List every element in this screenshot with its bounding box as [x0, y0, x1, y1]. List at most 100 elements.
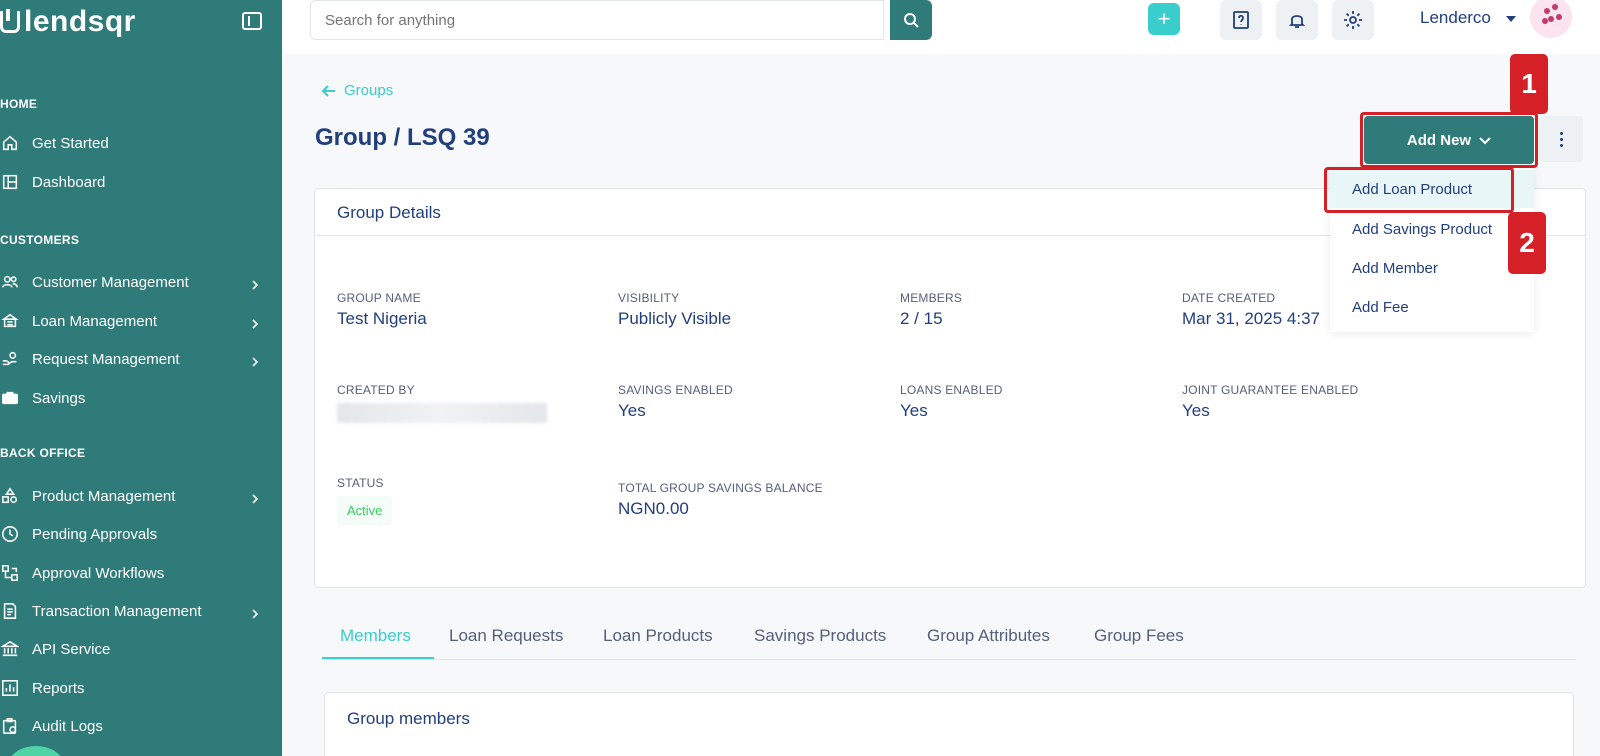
- bank-icon: [0, 639, 20, 659]
- briefcase-icon: [0, 388, 20, 408]
- field-loans-enabled: LOANS ENABLED Yes: [900, 383, 1003, 420]
- tab-group-fees[interactable]: Group Fees: [1094, 626, 1184, 646]
- menu-item-add-savings-product[interactable]: Add Savings Product: [1330, 210, 1534, 248]
- bell-icon: [1288, 15, 1306, 28]
- sidebar-item-approval-workflows[interactable]: Approval Workflows: [0, 558, 282, 588]
- annotation-highlight-add-loan-product: [1324, 167, 1514, 213]
- menu-item-add-member[interactable]: Add Member: [1330, 249, 1534, 287]
- chevron-right-icon: [250, 277, 260, 290]
- section-back-office: BACK OFFICE: [0, 446, 86, 460]
- search-button[interactable]: [890, 0, 932, 40]
- field-members: MEMBERS 2 / 15: [900, 291, 963, 328]
- sidebar-item-savings[interactable]: Savings: [0, 383, 282, 413]
- settings-button[interactable]: [1332, 0, 1374, 40]
- field-date-created: DATE CREATED Mar 31, 2025 4:37: [1182, 291, 1320, 328]
- brand-name: lendsqr: [24, 5, 136, 38]
- users-icon: [0, 272, 20, 292]
- user-name[interactable]: Lenderco: [1420, 8, 1491, 28]
- field-joint-guarantee: JOINT GUARANTEE ENABLED Yes: [1182, 383, 1359, 420]
- sidebar-item-request-management[interactable]: Request Management: [0, 344, 282, 374]
- dashboard-icon: [0, 172, 20, 192]
- docs-button[interactable]: [1220, 0, 1262, 40]
- quick-add-button[interactable]: +: [1148, 3, 1180, 35]
- logo-icon: [0, 9, 20, 33]
- sidebar-item-label: Loan Management: [32, 312, 158, 330]
- request-icon: [0, 349, 20, 369]
- sidebar-item-dashboard[interactable]: Dashboard: [0, 167, 282, 197]
- field-savings-enabled: SAVINGS ENABLED Yes: [618, 383, 733, 420]
- field-visibility: VISIBILITY Publicly Visible: [618, 291, 732, 328]
- annotation-badge-2: 2: [1508, 212, 1546, 274]
- sidebar-item-label: Audit Logs: [32, 717, 103, 735]
- sidebar-item-transaction-management[interactable]: Transaction Management: [0, 596, 282, 626]
- sidebar-item-label: Get Started: [32, 134, 109, 152]
- field-created-by: CREATED BY: [337, 383, 547, 423]
- shapes-icon: [0, 486, 20, 506]
- topbar: + Lenderco: [282, 0, 1600, 54]
- home-icon: [0, 133, 20, 153]
- tab-group-attributes[interactable]: Group Attributes: [927, 626, 1050, 646]
- group-members-card: Group members: [324, 692, 1574, 756]
- page-title: Group / LSQ 39: [315, 124, 490, 151]
- group-tabs: Members Loan Requests Loan Products Savi…: [322, 620, 1576, 660]
- sidebar-item-pending-approvals[interactable]: Pending Approvals: [0, 519, 282, 549]
- caret-down-icon[interactable]: [1506, 16, 1516, 22]
- sidebar-item-label: Pending Approvals: [32, 525, 158, 543]
- sidebar: lendsqr HOME Get Started Dashboard CUSTO…: [0, 0, 282, 756]
- tab-savings-products[interactable]: Savings Products: [754, 626, 886, 646]
- back-link-label: Groups: [344, 82, 394, 99]
- more-dots-icon: [1559, 131, 1563, 135]
- status-badge: Active: [337, 496, 393, 525]
- search-input[interactable]: [310, 0, 884, 40]
- tab-loan-products[interactable]: Loan Products: [603, 626, 713, 646]
- brand-logo[interactable]: lendsqr: [0, 4, 136, 40]
- tab-loan-requests[interactable]: Loan Requests: [449, 626, 563, 646]
- sidebar-item-label: Request Management: [32, 350, 180, 368]
- sidebar-item-get-started[interactable]: Get Started: [0, 128, 282, 158]
- notifications-button[interactable]: [1276, 0, 1318, 40]
- group-members-title: Group members: [347, 709, 470, 728]
- field-savings-balance: TOTAL GROUP SAVINGS BALANCE NGN0.00: [618, 481, 823, 518]
- field-group-name: GROUP NAME Test Nigeria: [337, 291, 427, 328]
- chevron-right-icon: [250, 606, 260, 619]
- sidebar-item-label: API Service: [32, 640, 111, 658]
- help-launcher[interactable]: [8, 746, 64, 756]
- arrow-left-icon: [322, 84, 335, 97]
- clock-icon: [0, 524, 20, 544]
- clipboard-icon: [0, 716, 20, 736]
- sidebar-item-label: Dashboard: [32, 173, 106, 191]
- gear-icon: [1344, 11, 1362, 29]
- sidebar-item-label: Savings: [32, 389, 86, 407]
- workflow-icon: [0, 563, 20, 583]
- help-book-icon: [1233, 11, 1249, 29]
- sidebar-item-label: Customer Management: [32, 273, 189, 291]
- sidebar-collapse-icon[interactable]: [242, 12, 262, 30]
- sidebar-item-customer-management[interactable]: Customer Management: [0, 267, 282, 297]
- menu-item-add-fee[interactable]: Add Fee: [1330, 288, 1534, 326]
- transaction-icon: [0, 601, 20, 621]
- sidebar-item-api-service[interactable]: API Service: [0, 634, 282, 664]
- tab-members[interactable]: Members: [340, 626, 411, 646]
- annotation-highlight-add-new: [1360, 112, 1538, 168]
- sidebar-item-loan-management[interactable]: Loan Management: [0, 306, 282, 336]
- chevron-right-icon: [250, 316, 260, 329]
- sidebar-item-label: Transaction Management: [32, 602, 202, 620]
- chevron-right-icon: [250, 354, 260, 367]
- section-customers: CUSTOMERS: [0, 233, 80, 247]
- annotation-badge-1: 1: [1510, 54, 1548, 114]
- back-to-groups-link[interactable]: Groups: [322, 82, 393, 99]
- chart-icon: [0, 678, 20, 698]
- sidebar-item-reports[interactable]: Reports: [0, 673, 282, 703]
- field-status: STATUS Active: [337, 476, 393, 525]
- sidebar-item-label: Reports: [32, 679, 85, 697]
- redacted-value: [337, 403, 547, 423]
- avatar[interactable]: [1530, 0, 1572, 38]
- sidebar-item-label: Approval Workflows: [32, 564, 165, 582]
- loan-icon: [0, 311, 20, 331]
- sidebar-item-audit-logs[interactable]: Audit Logs: [0, 711, 282, 741]
- more-options-button[interactable]: [1539, 116, 1583, 162]
- sidebar-item-label: Product Management: [32, 487, 176, 505]
- sidebar-item-product-management[interactable]: Product Management: [0, 481, 282, 511]
- active-tab-indicator: [322, 657, 434, 659]
- search-icon: [904, 13, 919, 28]
